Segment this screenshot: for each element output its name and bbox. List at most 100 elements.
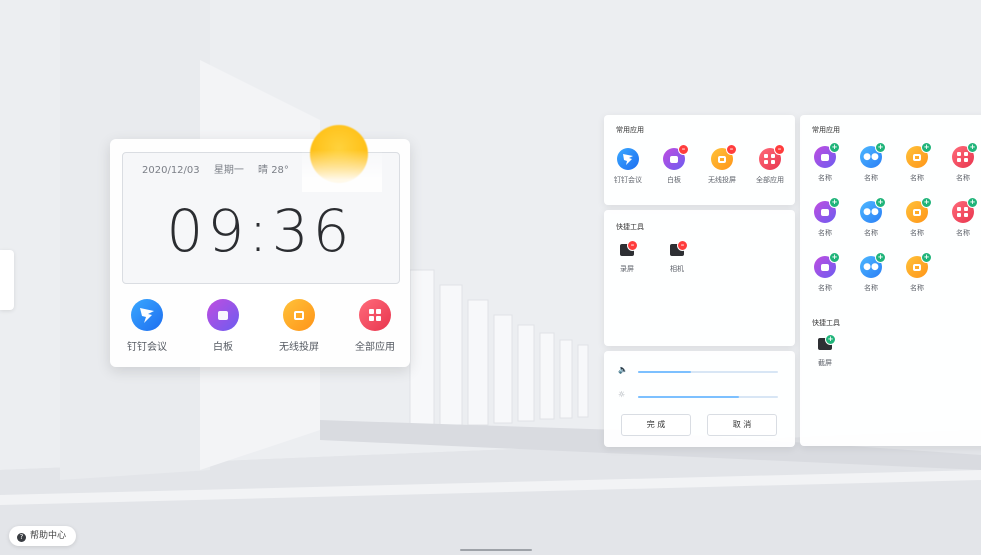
app-all-apps[interactable]: 全部应用 bbox=[340, 299, 410, 353]
all-app-item[interactable]: ●● + 名称 bbox=[849, 252, 893, 293]
app-label: 名称 bbox=[864, 174, 878, 182]
app-label: 白板 bbox=[213, 342, 233, 353]
volume-slider-fill bbox=[638, 371, 692, 373]
brightness-icon: ☼ bbox=[618, 390, 626, 399]
app-label: 无线投屏 bbox=[708, 176, 736, 184]
controls-panel: 🔈 ☼ 完 成 取 消 bbox=[604, 351, 795, 447]
common-app-screencast[interactable]: – 无线投屏 bbox=[700, 144, 744, 185]
all-app-item[interactable]: ●● + 名称 bbox=[849, 142, 893, 183]
all-app-item[interactable]: + 名称 bbox=[803, 252, 847, 293]
tool-screenshot[interactable]: + 截屏 bbox=[810, 334, 840, 368]
common-apps-panel: 常用应用 钉钉会议 – 白板 – 无线投屏 – 全部应用 bbox=[604, 115, 795, 205]
quick-tools-panel: 快捷工具 – 录屏 – 相机 bbox=[604, 210, 795, 346]
weekday-text: 星期一 bbox=[213, 165, 244, 176]
date-weather-row: 2020/12/03 星期一 晴 28° bbox=[142, 161, 300, 176]
panel-subtitle: 快捷工具 bbox=[812, 319, 840, 327]
tool-label: 相机 bbox=[670, 265, 684, 273]
app-label: 白板 bbox=[667, 176, 681, 184]
app-label: 名称 bbox=[864, 284, 878, 292]
app-whiteboard[interactable]: 白板 bbox=[188, 299, 258, 353]
add-badge-icon[interactable]: + bbox=[829, 197, 840, 208]
panel-title: 常用应用 bbox=[616, 126, 644, 134]
common-app-dingtalk[interactable]: 钉钉会议 bbox=[606, 148, 650, 185]
app-label: 名称 bbox=[910, 174, 924, 182]
app-label: 名称 bbox=[818, 229, 832, 237]
app-label: 名称 bbox=[956, 174, 970, 182]
app-label: 名称 bbox=[910, 284, 924, 292]
dingtalk-icon bbox=[617, 148, 639, 170]
app-label: 钉钉会议 bbox=[614, 176, 642, 184]
all-app-item[interactable]: + 名称 bbox=[941, 197, 981, 238]
add-badge-icon[interactable]: + bbox=[967, 142, 978, 153]
tool-label: 截屏 bbox=[818, 359, 832, 367]
all-apps-icon: + bbox=[952, 142, 978, 168]
confirm-button[interactable]: 完 成 bbox=[621, 414, 691, 436]
all-apps-panel: 常用应用 + 名称 ●● + 名称 + 名称 + 名称 + 名称 ●● + 名称 + 名称 + 名称 + 名称 ●● + 名… bbox=[800, 115, 981, 446]
remove-badge-icon[interactable]: – bbox=[677, 240, 688, 251]
screencast-icon bbox=[283, 299, 315, 331]
add-badge-icon[interactable]: + bbox=[829, 142, 840, 153]
app-wireless-cast[interactable]: 无线投屏 bbox=[264, 299, 334, 353]
side-drawer-handle[interactable] bbox=[0, 250, 14, 310]
remove-badge-icon[interactable]: – bbox=[726, 144, 737, 155]
all-apps-icon bbox=[359, 299, 391, 331]
screencast-icon: + bbox=[906, 252, 932, 278]
home-indicator-bar[interactable] bbox=[460, 549, 532, 551]
help-label: 帮助中心 bbox=[30, 531, 67, 541]
screen-record-icon: – bbox=[620, 240, 638, 256]
app-label: 名称 bbox=[818, 174, 832, 182]
all-app-item[interactable]: + 名称 bbox=[895, 197, 939, 238]
app-label: 全部应用 bbox=[355, 342, 395, 353]
common-app-whiteboard[interactable]: – 白板 bbox=[652, 144, 696, 185]
screencast-icon: + bbox=[906, 142, 932, 168]
add-badge-icon[interactable]: + bbox=[921, 142, 932, 153]
brightness-slider[interactable] bbox=[638, 396, 778, 398]
all-app-item[interactable]: + 名称 bbox=[895, 142, 939, 183]
add-badge-icon[interactable]: + bbox=[829, 252, 840, 263]
add-badge-icon[interactable]: + bbox=[967, 197, 978, 208]
panel-title: 快捷工具 bbox=[616, 223, 644, 231]
add-badge-icon[interactable]: + bbox=[921, 252, 932, 263]
remove-badge-icon[interactable]: – bbox=[678, 144, 689, 155]
people-icon: ●● + bbox=[860, 142, 886, 168]
app-label: 名称 bbox=[864, 229, 878, 237]
all-app-item[interactable]: ●● + 名称 bbox=[849, 197, 893, 238]
cancel-button[interactable]: 取 消 bbox=[707, 414, 777, 436]
add-badge-icon[interactable]: + bbox=[875, 197, 886, 208]
tool-label: 录屏 bbox=[620, 265, 634, 273]
whiteboard-icon: + bbox=[814, 142, 840, 168]
volume-slider[interactable] bbox=[638, 371, 778, 373]
all-app-item[interactable]: + 名称 bbox=[803, 197, 847, 238]
brightness-slider-fill bbox=[638, 396, 739, 398]
whiteboard-icon: – bbox=[663, 144, 689, 170]
remove-badge-icon[interactable]: – bbox=[627, 240, 638, 251]
app-label: 名称 bbox=[818, 284, 832, 292]
tool-screen-record[interactable]: – 录屏 bbox=[612, 240, 642, 274]
common-app-all[interactable]: – 全部应用 bbox=[748, 144, 792, 185]
remove-badge-icon[interactable]: – bbox=[774, 144, 785, 155]
whiteboard-icon bbox=[207, 299, 239, 331]
add-badge-icon[interactable]: + bbox=[825, 334, 836, 345]
help-icon: ? bbox=[17, 533, 26, 542]
help-center-button[interactable]: ? 帮助中心 bbox=[9, 526, 77, 546]
tool-camera[interactable]: – 相机 bbox=[662, 240, 692, 274]
all-app-item[interactable]: + 名称 bbox=[895, 252, 939, 293]
people-icon: ●● + bbox=[860, 252, 886, 278]
app-label: 钉钉会议 bbox=[127, 342, 167, 353]
date-text: 2020/12/03 bbox=[142, 165, 200, 176]
all-app-item[interactable]: + 名称 bbox=[803, 142, 847, 183]
clock-time: 09:36 bbox=[166, 197, 354, 265]
add-badge-icon[interactable]: + bbox=[875, 252, 886, 263]
dingtalk-icon bbox=[131, 299, 163, 331]
volume-icon: 🔈 bbox=[618, 365, 628, 374]
add-badge-icon[interactable]: + bbox=[921, 197, 932, 208]
whiteboard-icon: + bbox=[814, 197, 840, 223]
app-label: 名称 bbox=[910, 229, 924, 237]
weather-text: 晴 28° bbox=[258, 165, 289, 176]
app-dingtalk-meeting[interactable]: 钉钉会议 bbox=[112, 299, 182, 353]
all-app-item[interactable]: + 名称 bbox=[941, 142, 981, 183]
screencast-icon: – bbox=[711, 144, 737, 170]
camera-icon: – bbox=[670, 240, 688, 256]
add-badge-icon[interactable]: + bbox=[875, 142, 886, 153]
widget-app-row: 钉钉会议 白板 无线投屏 全部应用 bbox=[110, 299, 410, 359]
